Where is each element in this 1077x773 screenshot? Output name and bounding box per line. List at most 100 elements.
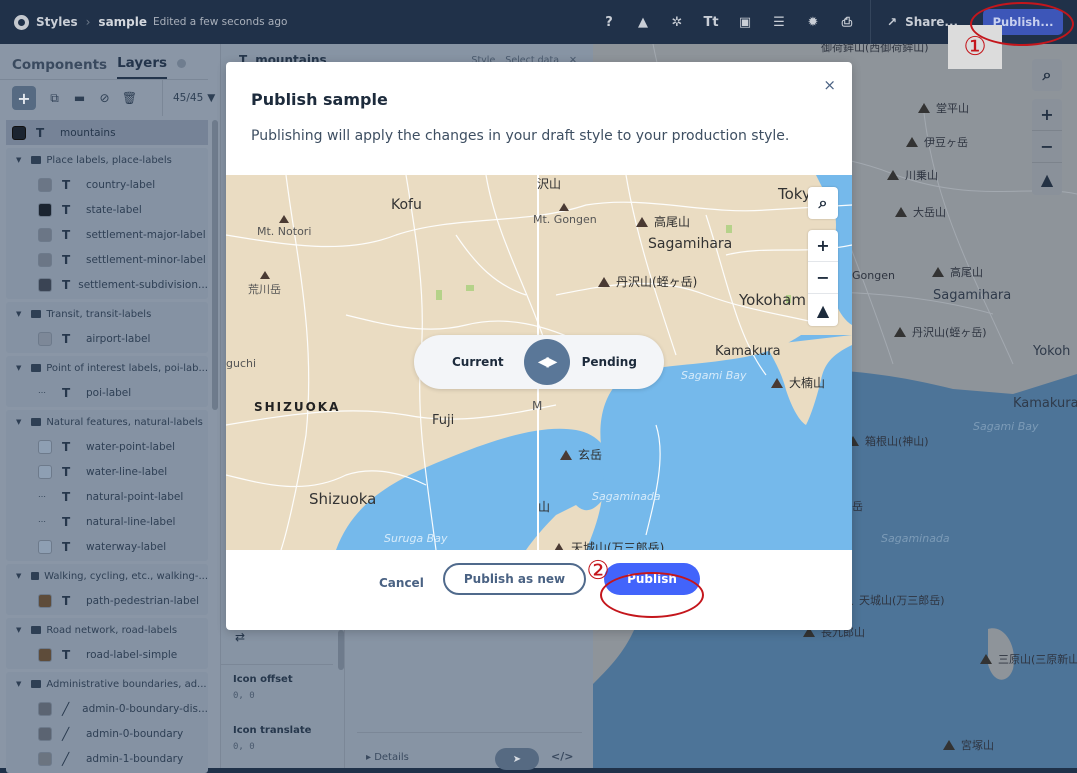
layer-row[interactable]: Tsettlement-subdivision... <box>6 272 208 297</box>
layer-row[interactable]: Twater-line-label <box>6 459 208 484</box>
layer-name: water-line-label <box>86 465 168 478</box>
print-icon[interactable]: ⎙ <box>830 15 864 30</box>
search-icon[interactable]: ⌕ <box>808 187 838 219</box>
cancel-button[interactable]: Cancel <box>371 570 432 596</box>
layer-row[interactable]: … Tnatural-line-label <box>6 509 208 534</box>
compass-icon[interactable]: ▲ <box>808 294 838 326</box>
layer-group-title: Natural features, natural-labels <box>46 416 203 428</box>
text-type-icon: T <box>62 277 71 292</box>
bug-icon[interactable]: ✲ <box>660 15 694 30</box>
caret-down-icon[interactable]: ▼ <box>16 364 21 372</box>
legend-icon[interactable]: ☰ <box>762 15 796 30</box>
layer-row-selected[interactable]: T mountains <box>6 120 208 145</box>
swap-icon[interactable]: ⇄ <box>235 630 245 644</box>
layer-row[interactable]: Troad-label-simple <box>6 642 208 667</box>
layer-name: path-pedestrian-label <box>86 594 200 607</box>
layer-group-header[interactable]: ▼ Walking, cycling, etc., walking-... <box>6 564 208 588</box>
compare-slider-handle[interactable]: ◀▶ <box>523 339 570 385</box>
layer-group-title: Point of interest labels, poi-lab... <box>46 362 208 374</box>
layer-name: airport-label <box>86 332 151 345</box>
caret-down-icon[interactable]: ▼ <box>16 626 21 634</box>
layer-row[interactable]: ╱ admin-0-boundary-dis... <box>6 696 208 721</box>
layer-group-header[interactable]: ▼ Road network, road-labels <box>6 618 208 642</box>
typography-icon[interactable]: Tt <box>694 15 728 30</box>
layer-toolbar: + ⧉ ▬ ⊘ 🗑 45/45 ▼ <box>0 80 220 116</box>
layer-row[interactable]: Tsettlement-major-label <box>6 222 208 247</box>
breadcrumb: Styles › sample Edited a few seconds ago <box>14 14 288 30</box>
style-name[interactable]: sample <box>98 15 147 29</box>
duplicate-icon[interactable]: ⧉ <box>42 91 67 106</box>
caret-down-icon[interactable]: ▼ <box>16 572 21 580</box>
property-value[interactable]: 0, 0 <box>233 691 293 701</box>
folder-icon[interactable]: ▬ <box>67 91 92 105</box>
caret-down-icon[interactable]: ▼ <box>16 310 21 318</box>
code-view-button[interactable]: </> <box>551 750 573 763</box>
status-dot <box>177 59 187 68</box>
caret-down-icon[interactable]: ▼ <box>16 680 21 688</box>
compass-icon[interactable]: ▲ <box>1032 163 1062 195</box>
layer-row[interactable]: ╱ admin-1-boundary <box>6 746 208 771</box>
property-label: Icon offset <box>233 674 293 685</box>
compare-map[interactable]: Kofu Mt. Notori 荒川岳 guchi 沢山 Mt. Gongen … <box>226 175 852 550</box>
layer-row[interactable]: ╱ admin-0-boundary <box>6 721 208 746</box>
layer-swatch <box>38 177 52 192</box>
zoom-out-icon[interactable]: − <box>808 262 838 294</box>
publish-modal: Publish sample × Publishing will apply t… <box>226 62 852 630</box>
tab-layers[interactable]: Layers <box>117 55 168 79</box>
help-icon[interactable]: ? <box>592 15 626 30</box>
text-type-icon: T <box>62 464 71 479</box>
cursor-button[interactable]: ➤ <box>495 748 539 770</box>
layer-group-header[interactable]: ▼ Point of interest labels, poi-lab... <box>6 356 208 380</box>
zoom-in-icon[interactable]: + <box>808 230 838 262</box>
annotation-step-2: ② <box>586 556 610 586</box>
publish-as-new-button[interactable]: Publish as new <box>443 563 586 595</box>
breadcrumb-styles-link[interactable]: Styles <box>36 15 78 29</box>
image-icon[interactable]: ▣ <box>728 15 762 30</box>
bg-search-control[interactable]: ⌕ <box>1032 59 1062 91</box>
add-layer-button[interactable]: + <box>12 86 36 110</box>
search-icon[interactable]: ⌕ <box>1032 59 1062 91</box>
layer-row[interactable]: Tairport-label <box>6 326 208 351</box>
close-icon[interactable]: × <box>823 76 836 94</box>
zoom-in-icon[interactable]: + <box>1032 99 1062 131</box>
layer-group-header[interactable]: ▼ Administrative boundaries, ad... <box>6 672 208 696</box>
layer-row[interactable]: Tsettlement-minor-label <box>6 247 208 272</box>
map-water-label: Sagaminada <box>592 490 661 503</box>
layer-swatch <box>38 202 52 217</box>
mountain-icon[interactable]: ▲ <box>626 15 660 30</box>
layer-row[interactable]: … Tpoi-label <box>6 380 208 405</box>
layer-row[interactable]: Tpath-pedestrian-label <box>6 588 208 613</box>
publish-button[interactable]: Publish <box>604 563 700 595</box>
layer-count[interactable]: 45/45 ▼ <box>162 80 215 116</box>
layer-row[interactable]: Tcountry-label <box>6 172 208 197</box>
layer-group-header[interactable]: ▼ Natural features, natural-labels <box>6 410 208 434</box>
zoom-out-icon[interactable]: − <box>1032 131 1062 163</box>
text-type-icon: T <box>62 647 71 662</box>
mapbox-logo-icon[interactable] <box>14 14 29 30</box>
caret-down-icon[interactable]: ▼ <box>16 156 21 164</box>
layer-row[interactable]: … Tnatural-point-label <box>6 484 208 509</box>
hide-icon[interactable]: ⊘ <box>92 91 117 105</box>
layer-row[interactable]: Twaterway-label <box>6 534 208 559</box>
layer-row[interactable]: Twater-point-label <box>6 434 208 459</box>
text-type-icon: T <box>62 439 71 454</box>
layer-group: ▼ Transit, transit-labels Tairport-label <box>6 302 208 353</box>
layers-scrollbar[interactable] <box>212 120 218 410</box>
layer-group-header[interactable]: ▼ Place labels, place-labels <box>6 148 208 172</box>
bg-city-label: Yokoh <box>1033 344 1071 359</box>
property-value[interactable]: 0, 0 <box>233 742 311 752</box>
caret-down-icon[interactable]: ▼ <box>16 418 21 426</box>
settings-icon[interactable]: ✹ <box>796 15 830 30</box>
bg-city-label: Sagamihara <box>933 288 1012 303</box>
edited-status: Edited a few seconds ago <box>153 16 288 28</box>
details-toggle[interactable]: ▸ Details <box>366 752 409 763</box>
tab-components[interactable]: Components <box>12 57 107 79</box>
map-peak-label: 天城山(万三郎岳) <box>553 539 664 550</box>
map-label: 沢山 <box>537 177 562 191</box>
trash-icon[interactable]: 🗑 <box>117 91 142 105</box>
map-water-label: Suruga Bay <box>384 532 448 545</box>
property-label: Icon translate <box>233 725 312 736</box>
layer-group-header[interactable]: ▼ Transit, transit-labels <box>6 302 208 326</box>
folder-icon <box>31 364 42 372</box>
layer-row[interactable]: Tstate-label <box>6 197 208 222</box>
